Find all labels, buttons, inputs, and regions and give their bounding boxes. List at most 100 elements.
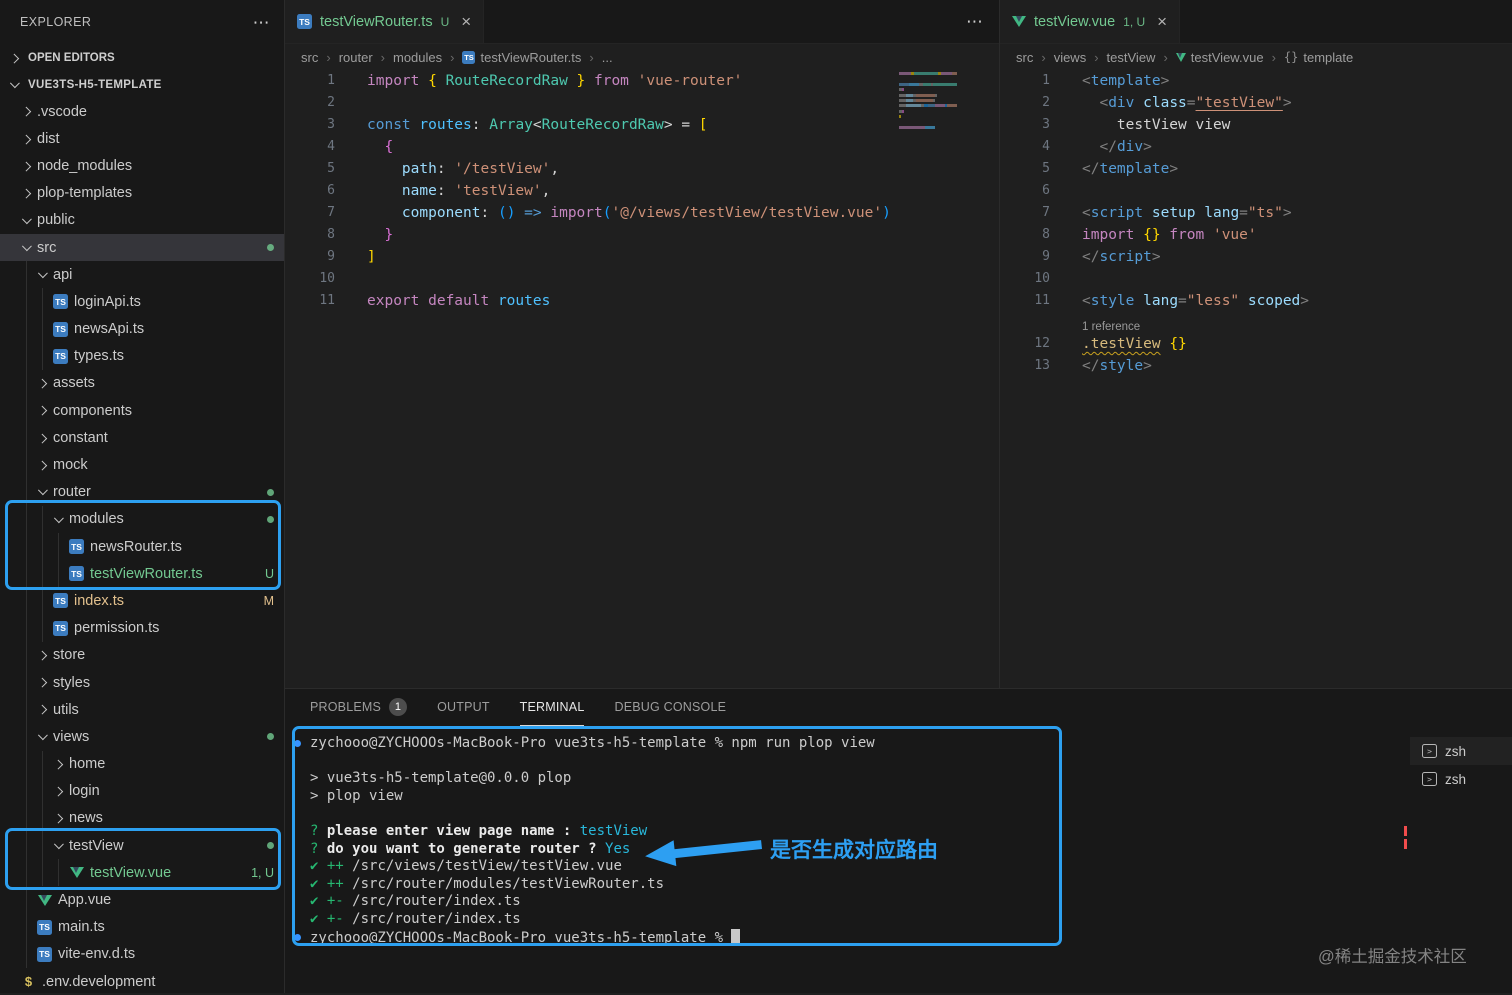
- tree-item-label: styles: [53, 674, 91, 691]
- code-line: 3 const routes: Array<RouteRecordRaw> = [: [285, 114, 999, 136]
- terminal-cursor: [731, 928, 740, 945]
- indent-guide: [58, 533, 59, 561]
- project-root-section[interactable]: VUE3TS-H5-TEMPLATE: [0, 72, 284, 98]
- panel-tabs: PROBLEMS 1 OUTPUT TERMINAL DEBUG CONSOLE: [285, 689, 1512, 726]
- chevron-right-icon: [36, 648, 50, 662]
- tree-item-newsApi.ts[interactable]: TS newsApi.ts: [0, 315, 284, 343]
- tree-item-label: src: [37, 239, 57, 256]
- close-icon[interactable]: ×: [1157, 13, 1167, 30]
- tree-item-index.ts[interactable]: TS index.ts M: [0, 587, 284, 615]
- tree-item-label: .env.development: [42, 973, 156, 990]
- tree-item-store[interactable]: store: [0, 641, 284, 669]
- close-icon[interactable]: ×: [461, 13, 471, 30]
- line-number: 11: [319, 293, 335, 308]
- tab-testviewrouter-ts[interactable]: TS testViewRouter.ts U ×: [285, 0, 485, 43]
- chevron-right-icon: [52, 784, 66, 798]
- tree-item-api[interactable]: api: [0, 261, 284, 289]
- breadcrumb-item-src[interactable]: src: [1016, 50, 1033, 65]
- tab-testview-vue[interactable]: testView.vue 1, U ×: [1000, 0, 1181, 43]
- tree-item-testViewRouter.ts[interactable]: TS testViewRouter.ts U: [0, 560, 284, 588]
- tree-item-.env.development[interactable]: $ .env.development: [0, 968, 284, 995]
- tree-item-loginApi.ts[interactable]: TS loginApi.ts: [0, 288, 284, 316]
- breadcrumb-item-src[interactable]: src: [301, 50, 318, 65]
- explorer-more-actions-icon[interactable]: ⋯: [253, 14, 270, 31]
- tab-problems-git-badge: 1, U: [1123, 14, 1146, 29]
- breadcrumb-label: src: [301, 49, 319, 65]
- terminal-instance-zsh[interactable]: > zsh: [1410, 737, 1512, 765]
- vue-file-icon: [36, 892, 53, 908]
- tree-item-.vscode[interactable]: .vscode: [0, 98, 284, 125]
- breadcrumb-item-testViewRouter.ts[interactable]: TS testViewRouter.ts: [462, 50, 581, 65]
- tree-item-vite-env.d.ts[interactable]: TS vite-env.d.ts: [0, 940, 284, 968]
- tree-item-login[interactable]: login: [0, 777, 284, 805]
- panel-tab-terminal[interactable]: TERMINAL: [519, 689, 585, 726]
- tree-item-types.ts[interactable]: TS types.ts: [0, 342, 284, 370]
- codelens-reference[interactable]: 1 reference: [1082, 321, 1140, 333]
- chevron-right-icon: [52, 811, 66, 825]
- line-number: 8: [327, 227, 335, 242]
- breadcrumb-item-template[interactable]: {} template: [1284, 50, 1353, 65]
- ts-file-icon: TS: [68, 539, 85, 555]
- tree-item-plop-templates[interactable]: plop-templates: [0, 180, 284, 207]
- minimap[interactable]: [899, 72, 961, 131]
- breadcrumb-item-views[interactable]: views: [1054, 50, 1087, 65]
- indent-guide: [26, 832, 27, 860]
- tree-item-mock[interactable]: mock: [0, 451, 284, 479]
- tree-item-public[interactable]: public: [0, 207, 284, 234]
- tree-item-dist[interactable]: dist: [0, 125, 284, 152]
- tree-item-router[interactable]: router: [0, 478, 284, 506]
- tree-item-newsRouter.ts[interactable]: TS newsRouter.ts: [0, 533, 284, 561]
- breadcrumb-item-testView[interactable]: testView: [1107, 50, 1156, 65]
- tree-item-node_modules[interactable]: node_modules: [0, 152, 284, 179]
- open-editors-section[interactable]: OPEN EDITORS: [0, 44, 284, 72]
- terminal-line: > vue3ts-h5-template@0.0.0 plop: [310, 770, 572, 787]
- tree-item-home[interactable]: home: [0, 750, 284, 778]
- indent-guide: [26, 723, 27, 751]
- line-number: 5: [1042, 161, 1050, 176]
- breadcrumb-item-...[interactable]: ...: [602, 50, 613, 65]
- tree-item-assets[interactable]: assets: [0, 369, 284, 398]
- breadcrumb-item-testView.vue[interactable]: testView.vue: [1175, 50, 1264, 65]
- indent-guide: [26, 886, 27, 914]
- code-editor-testview[interactable]: 1 <template> 2 <div class="testView"> 3 tes…: [1000, 70, 1512, 688]
- terminal-instance-zsh[interactable]: > zsh: [1410, 765, 1512, 793]
- tree-item-App.vue[interactable]: App.vue: [0, 886, 284, 914]
- env-file-icon: $: [24, 974, 33, 990]
- tab-bar-left: TS testViewRouter.ts U × ⋯: [285, 0, 999, 44]
- modified-dot: [267, 515, 274, 523]
- panel-tab-problems[interactable]: PROBLEMS 1: [310, 689, 408, 726]
- terminal-output[interactable]: zychooo@ZYCHOOOs-MacBook-Pro vue3ts-h5-t…: [285, 735, 1407, 993]
- code-line: 9]: [285, 246, 999, 268]
- arrow-shaft: [671, 840, 763, 859]
- tree-item-main.ts[interactable]: TS main.ts: [0, 913, 284, 941]
- tree-item-label: store: [53, 647, 86, 664]
- panel-tab-debug-console[interactable]: DEBUG CONSOLE: [614, 689, 726, 726]
- breadcrumb-separator-icon: ›: [1041, 49, 1046, 65]
- tree-item-views[interactable]: views: [0, 723, 284, 751]
- tree-item-src[interactable]: src: [0, 233, 284, 262]
- indent-guide: [42, 804, 43, 833]
- line-number: 3: [1042, 117, 1050, 132]
- breadcrumb-item-router[interactable]: router: [339, 50, 373, 65]
- chevron-down-icon: [36, 730, 50, 744]
- tree-item-label: testView.vue: [90, 864, 172, 881]
- tree-item-constant[interactable]: constant: [0, 424, 284, 452]
- tree-item-components[interactable]: components: [0, 397, 284, 425]
- tree-item-news[interactable]: news: [0, 804, 284, 833]
- ts-file-icon: TS: [36, 946, 53, 962]
- tree-item-permission.ts[interactable]: TS permission.ts: [0, 614, 284, 642]
- tree-item-utils[interactable]: utils: [0, 696, 284, 724]
- breadcrumb-item-modules[interactable]: modules: [393, 50, 442, 65]
- tree-item-testView.vue[interactable]: testView.vue 1, U: [0, 859, 284, 887]
- tree-item-modules[interactable]: modules: [0, 505, 284, 533]
- explorer-title: EXPLORER: [20, 15, 92, 29]
- code-editor-testviewrouter[interactable]: 1 import { RouteRecordRaw } from 'vue-rou…: [285, 70, 999, 688]
- editor-more-actions-icon[interactable]: ⋯: [966, 13, 983, 30]
- tree-item-styles[interactable]: styles: [0, 668, 284, 697]
- panel-tab-output[interactable]: OUTPUT: [437, 689, 490, 726]
- tree-item-testView[interactable]: testView: [0, 832, 284, 860]
- indent-guide: [26, 777, 27, 805]
- breadcrumb-separator-icon: ›: [1163, 49, 1168, 65]
- line-number: 6: [1042, 183, 1050, 198]
